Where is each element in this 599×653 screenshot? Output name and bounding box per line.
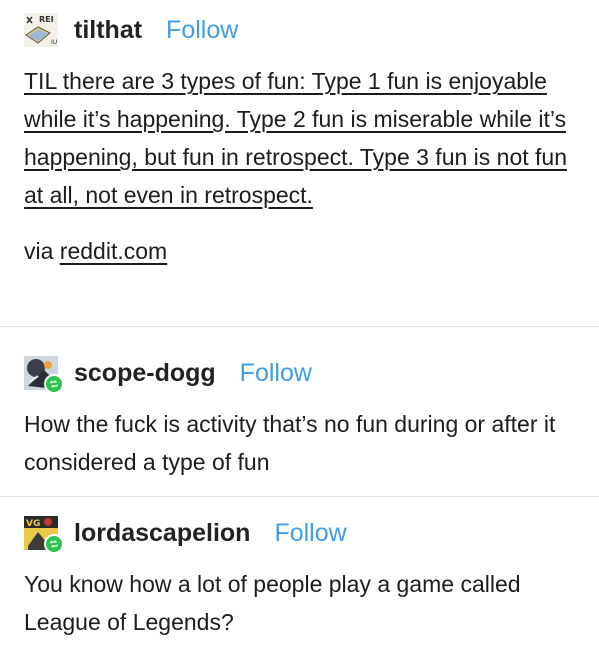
avatar[interactable]: REI IU bbox=[24, 13, 58, 47]
reblog-icon bbox=[50, 540, 58, 548]
follow-button[interactable]: Follow bbox=[274, 519, 346, 548]
post-scope-dogg: scope-dogg Follow How the fuck is activi… bbox=[0, 326, 599, 496]
username[interactable]: tilthat bbox=[74, 16, 142, 45]
via-label: via bbox=[24, 238, 60, 264]
svg-text:VG: VG bbox=[26, 519, 40, 529]
svg-text:REI: REI bbox=[39, 15, 54, 24]
post-header: REI IU tilthat Follow bbox=[24, 12, 579, 48]
avatar[interactable] bbox=[24, 356, 64, 394]
follow-button[interactable]: Follow bbox=[166, 16, 238, 45]
post-body[interactable]: TIL there are 3 types of fun: Type 1 fun… bbox=[24, 62, 584, 214]
username[interactable]: lordascapelion bbox=[74, 519, 250, 548]
svg-text:IU: IU bbox=[51, 39, 57, 46]
post-body-link[interactable]: TIL there are 3 types of fun: Type 1 fun… bbox=[24, 68, 567, 208]
reblog-icon bbox=[50, 380, 58, 388]
reblog-badge bbox=[44, 374, 64, 394]
til-book-avatar-icon: REI IU bbox=[24, 13, 58, 47]
follow-button[interactable]: Follow bbox=[240, 359, 312, 388]
post-body: How the fuck is activity that’s no fun d… bbox=[24, 411, 556, 475]
post-body: You know how a lot of people play a game… bbox=[24, 571, 521, 635]
reblog-badge bbox=[44, 534, 64, 554]
post-tilthat: REI IU tilthat Follow TIL there are 3 ty… bbox=[0, 0, 599, 326]
username[interactable]: scope-dogg bbox=[74, 359, 216, 388]
avatar[interactable]: VG bbox=[24, 516, 64, 554]
source-link[interactable]: reddit.com bbox=[60, 238, 167, 264]
source-attribution: via reddit.com bbox=[24, 232, 579, 270]
post-header: scope-dogg Follow bbox=[24, 355, 579, 394]
post-lordascapelion: VG lordascapelion Follow You know how a … bbox=[0, 496, 599, 653]
post-header: VG lordascapelion Follow bbox=[24, 515, 579, 554]
